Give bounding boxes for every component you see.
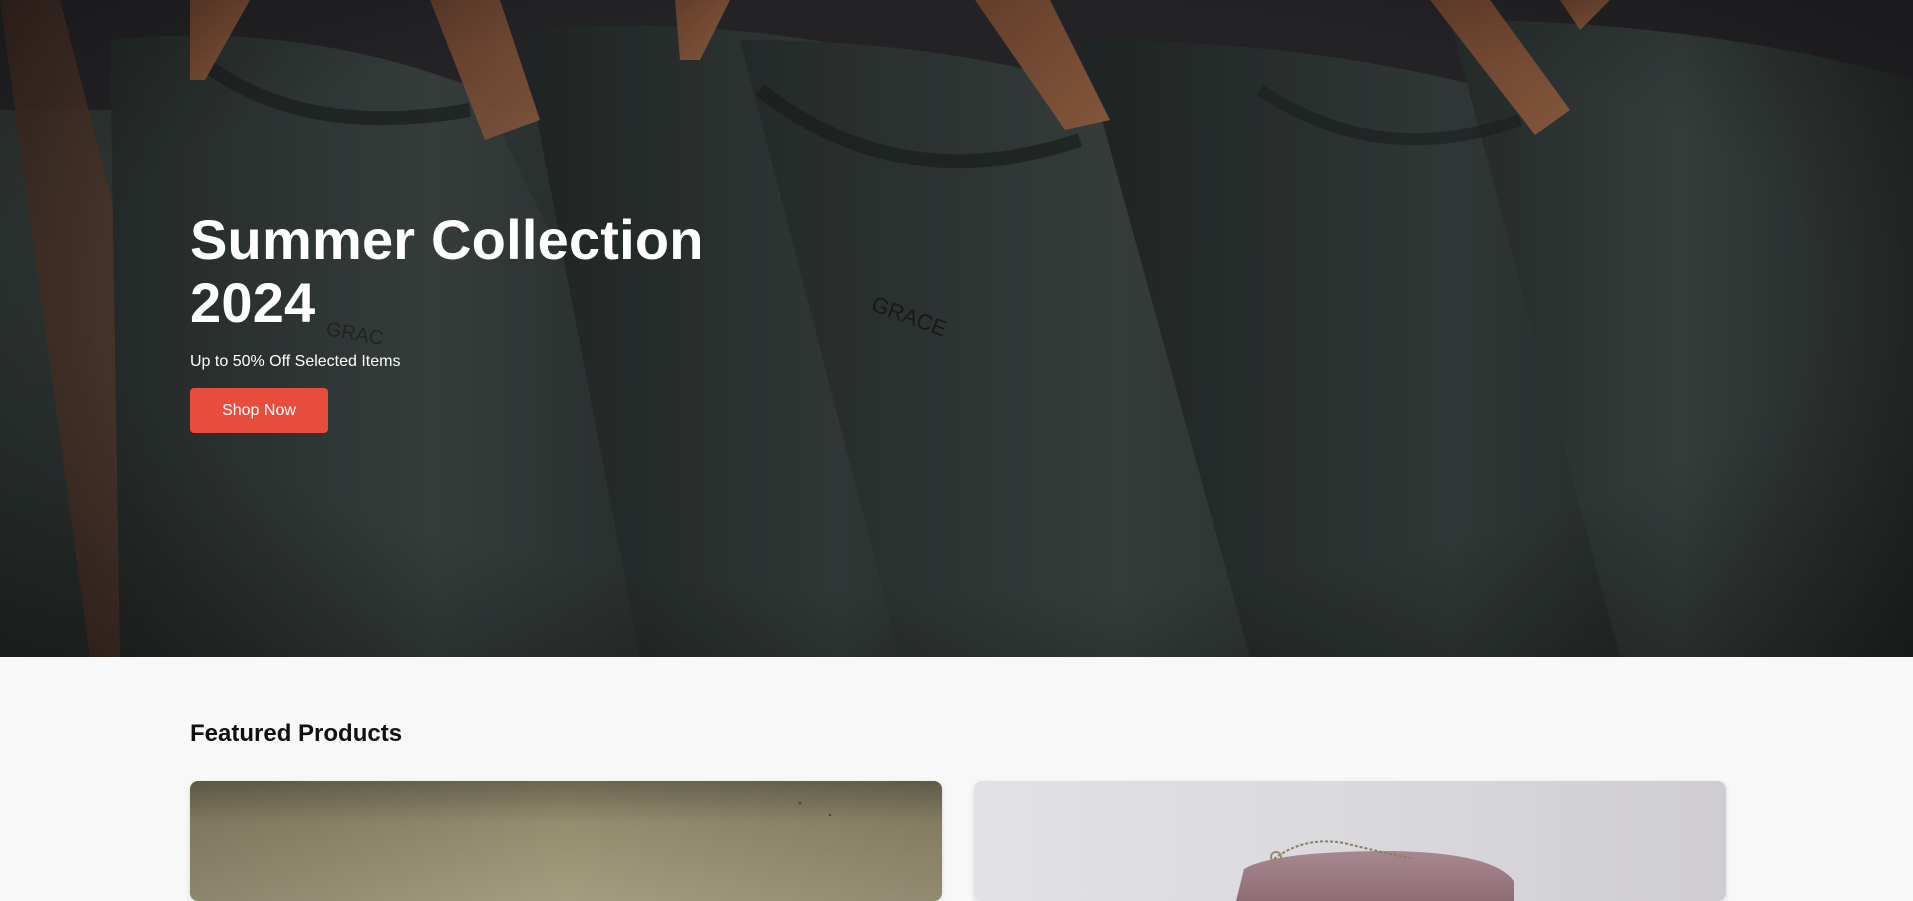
hero-subtitle: Up to 50% Off Selected Items	[190, 353, 401, 370]
hero-banner: GRACE GRAC Summer Collection 2024 Up to …	[0, 0, 1913, 657]
shop-now-button[interactable]: Shop Now	[190, 388, 328, 433]
featured-products-section: Featured Products	[0, 657, 1913, 901]
product-image	[190, 781, 942, 901]
hero-content: Summer Collection 2024 Up to 50% Off Sel…	[190, 208, 830, 433]
product-card[interactable]	[974, 781, 1726, 901]
product-image	[974, 781, 1726, 901]
hero-title: Summer Collection 2024	[190, 208, 704, 334]
product-card[interactable]	[190, 781, 942, 901]
featured-products-title: Featured Products	[190, 720, 403, 747]
